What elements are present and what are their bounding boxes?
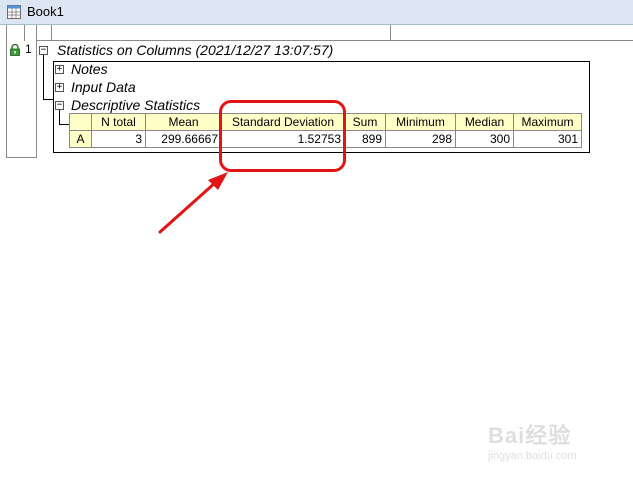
column-header[interactable]: Sum [344,113,386,131]
column-header[interactable]: N total [91,113,146,131]
table-cell[interactable]: 301 [513,130,582,148]
tree-item-notes[interactable]: Notes [71,61,108,77]
column-header-strip [37,25,633,41]
collapse-section-button[interactable]: − [39,46,48,55]
expand-input-data-button[interactable]: + [55,83,64,92]
column-header-cell[interactable] [51,25,391,41]
tree-connector [43,99,53,100]
column-header[interactable]: Mean [145,113,222,131]
tree-item-descriptive-statistics[interactable]: Descriptive Statistics [71,97,200,113]
table-cell[interactable]: 298 [385,130,456,148]
expand-notes-button[interactable]: + [55,65,64,74]
watermark-url: jingyan.baidu.com [488,450,577,462]
table-cell[interactable]: 299.66667 [145,130,222,148]
table-cell[interactable]: 3 [91,130,146,148]
column-header[interactable]: Median [455,113,514,131]
column-header[interactable]: Minimum [385,113,456,131]
lock-icon[interactable] [9,44,21,56]
row-number: 1 [25,42,32,56]
title-bar[interactable]: Book1 [0,0,633,25]
table-cell[interactable]: 899 [344,130,386,148]
window-title: Book1 [27,4,64,19]
baidu-watermark: Bai经验 jingyan.baidu.com [478,410,608,470]
tree-connector [59,124,69,125]
row-label[interactable]: A [69,130,92,148]
table-corner-cell[interactable] [69,113,92,131]
workbook-window: Book1 1 − Statistics on Columns (2021/12… [0,0,633,480]
red-arrow-annotation [158,172,228,234]
workbook-icon [7,5,21,19]
tree-connector [59,110,60,124]
watermark-brand: Bai经验 [488,423,572,448]
tree-item-input-data[interactable]: Input Data [71,79,136,95]
collapse-descriptive-statistics-button[interactable]: − [55,101,64,110]
tree-connector [43,55,44,99]
section-title: Statistics on Columns (2021/12/27 13:07:… [57,42,334,58]
gutter-divider [24,25,25,41]
column-header[interactable]: Maximum [513,113,582,131]
table-cell[interactable]: 300 [455,130,514,148]
